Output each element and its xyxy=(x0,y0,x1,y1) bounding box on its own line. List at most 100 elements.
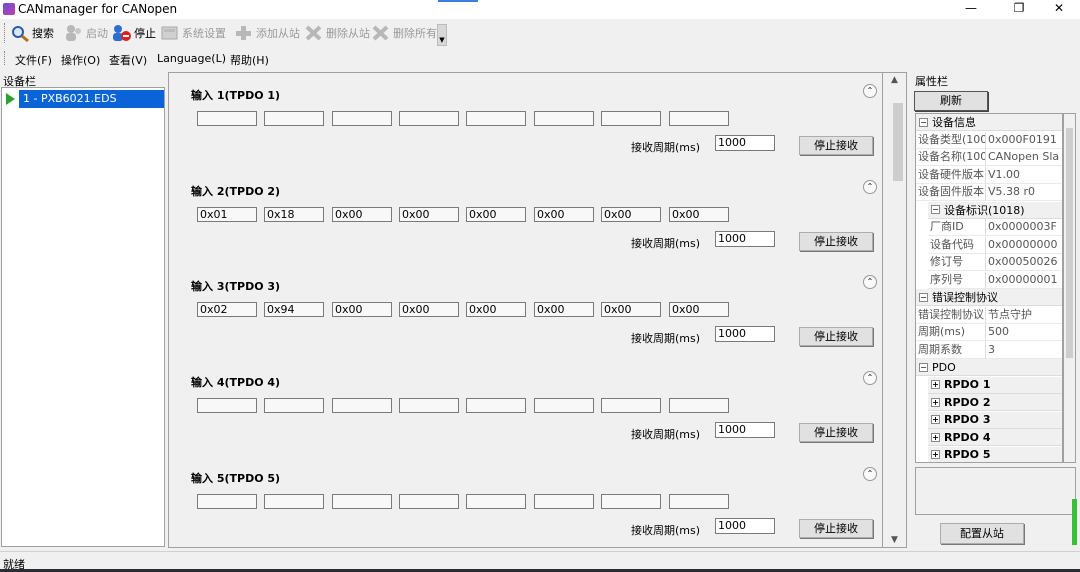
property-row[interactable]: 设备名称(1008CANopen Sla xyxy=(916,149,1062,166)
data-byte-field xyxy=(332,398,392,414)
property-key: 修订号 xyxy=(928,254,986,271)
data-byte-field xyxy=(197,493,257,509)
close-button[interactable]: ✕ xyxy=(1036,0,1080,19)
collapse-icon[interactable]: ⌃ xyxy=(863,371,877,386)
pdo-item[interactable]: + RPDO 1 xyxy=(928,376,1062,394)
menu-language[interactable]: Language(L) xyxy=(157,52,226,65)
window-title: CANmanager for CANopen xyxy=(18,2,178,16)
period-input[interactable]: 1000 xyxy=(715,422,775,439)
people-start-icon xyxy=(64,24,84,42)
data-byte-field: 0x00 xyxy=(466,206,526,222)
data-byte-field xyxy=(197,111,257,126)
period-input[interactable]: 1000 xyxy=(715,326,775,343)
collapse-icon[interactable]: ⌃ xyxy=(863,275,877,290)
pdo-item[interactable]: + RPDO 2 xyxy=(928,394,1062,411)
property-row[interactable]: 设备固件版本(V5.38 r0 xyxy=(916,184,1062,201)
property-row[interactable]: 厂商ID 0x0000003F xyxy=(928,219,1062,236)
delete-slave-button[interactable]: 删除从站 xyxy=(304,22,370,44)
toolbar-overflow-icon[interactable]: ▼ xyxy=(437,24,447,46)
property-value: V5.38 r0 xyxy=(986,184,1062,201)
add-slave-label: 添加从站 xyxy=(256,27,300,40)
property-category[interactable]: − 设备信息 xyxy=(916,114,1062,131)
property-row[interactable]: 周期(ms) 500 xyxy=(916,324,1062,341)
stop-receive-button[interactable]: 停止接收 xyxy=(799,231,873,251)
property-category[interactable]: − PDO xyxy=(916,359,1062,376)
expand-box-icon[interactable]: + xyxy=(931,450,940,459)
property-row[interactable]: 周期系数 3 xyxy=(916,341,1062,359)
data-byte-field xyxy=(669,398,729,414)
section-title: 输入 2(TPDO 2) xyxy=(191,184,281,198)
data-byte-field xyxy=(466,111,526,126)
expand-box-icon[interactable]: + xyxy=(931,415,940,424)
property-scrollbar[interactable] xyxy=(1063,113,1076,463)
collapse-icon[interactable]: ⌃ xyxy=(863,466,877,481)
pdo-item-label: RPDO 3 xyxy=(944,413,991,426)
delete-slave-label: 删除从站 xyxy=(326,27,370,40)
collapse-box-icon[interactable]: − xyxy=(919,117,928,127)
toolbar: 搜索 启动 停止 系统设置 添加从站 删除从站 删除所有 ▼ xyxy=(0,19,1080,47)
property-row[interactable]: 错误控制协议 节点守护 xyxy=(916,306,1062,324)
search-icon xyxy=(10,24,30,43)
main-scrollbar[interactable]: ▲ ▼ xyxy=(882,72,907,548)
data-byte-field xyxy=(399,493,459,509)
property-row[interactable]: 设备代码 0x00000000 xyxy=(928,236,1062,254)
pdo-section: 输入 5(TPDO 5) ⌃ 接收周期(ms) 1000 停止接收 xyxy=(169,456,883,552)
pdo-section: 输入 3(TPDO 3) ⌃ 0x02 0x94 0x00 0x00 0x00 0x00 0x… xyxy=(169,264,883,360)
system-settings-button[interactable]: 系统设置 xyxy=(160,22,226,44)
pdo-item[interactable]: + RPDO 3 xyxy=(928,411,1062,429)
collapse-icon[interactable]: ⌃ xyxy=(863,84,877,98)
data-byte-field: 0x94 xyxy=(264,302,324,318)
minimize-button[interactable]: — xyxy=(948,0,994,19)
delete-all-button[interactable]: 删除所有 xyxy=(371,22,437,44)
search-button[interactable]: 搜索 xyxy=(10,22,54,44)
refresh-button[interactable]: 刷新 xyxy=(914,91,988,111)
collapse-box-icon[interactable]: − xyxy=(919,362,928,372)
menu-file[interactable]: 文件(F) xyxy=(15,52,52,68)
stop-receive-button[interactable]: 停止接收 xyxy=(799,136,873,155)
property-row[interactable]: 设备硬件版本(V1.00 xyxy=(916,166,1062,184)
property-row[interactable]: 修订号 0x00050026 xyxy=(928,254,1062,271)
period-input[interactable]: 1000 xyxy=(715,230,775,247)
stop-button[interactable]: 停止 xyxy=(112,22,156,44)
property-scroll-thumb[interactable] xyxy=(1066,128,1073,358)
data-byte-field: 0x00 xyxy=(399,206,459,222)
property-row[interactable]: 序列号 0x00000001 xyxy=(928,271,1062,289)
toolbar-grip xyxy=(4,23,7,43)
start-button[interactable]: 启动 xyxy=(64,22,108,44)
property-value: 500 xyxy=(986,324,1062,341)
scroll-up-icon[interactable]: ▲ xyxy=(883,75,906,85)
data-byte-field xyxy=(332,111,392,126)
stop-receive-button[interactable]: 停止接收 xyxy=(799,423,873,443)
menu-view[interactable]: 查看(V) xyxy=(109,52,147,68)
data-byte-field xyxy=(399,398,459,414)
pdo-item-label: RPDO 5 xyxy=(944,448,991,461)
property-category[interactable]: − 设备标识(1018) xyxy=(928,201,1062,219)
device-item[interactable]: 1 - PXB6021.EDS xyxy=(4,90,164,108)
progress-indicator xyxy=(1072,499,1077,545)
pdo-item[interactable]: + RPDO 5 xyxy=(928,446,1062,462)
expand-box-icon[interactable]: + xyxy=(931,397,940,407)
stop-receive-button[interactable]: 停止接收 xyxy=(799,327,873,347)
expand-box-icon[interactable]: + xyxy=(931,432,940,442)
pdo-item[interactable]: + RPDO 4 xyxy=(928,429,1062,446)
expand-box-icon[interactable]: + xyxy=(931,380,940,389)
app-icon xyxy=(3,3,15,15)
menu-help[interactable]: 帮助(H) xyxy=(230,52,269,68)
period-input[interactable]: 1000 xyxy=(715,517,775,534)
scroll-thumb[interactable] xyxy=(893,103,903,181)
title-bar: CANmanager for CANopen — ❐ ✕ xyxy=(0,0,1080,19)
collapse-icon[interactable]: ⌃ xyxy=(863,179,877,194)
period-label: 接收周期(ms) xyxy=(631,236,701,250)
collapse-box-icon[interactable]: − xyxy=(931,205,940,214)
configure-slave-button[interactable]: 配置从站 xyxy=(940,523,1024,544)
data-byte-field xyxy=(601,493,661,509)
scroll-down-icon[interactable]: ▼ xyxy=(883,535,906,545)
property-row[interactable]: 设备类型(10000x000F0191 xyxy=(916,131,1062,149)
add-slave-button[interactable]: 添加从站 xyxy=(234,22,300,44)
stop-receive-button[interactable]: 停止接收 xyxy=(799,518,873,538)
menu-operation[interactable]: 操作(O) xyxy=(61,52,100,68)
period-input[interactable]: 1000 xyxy=(715,135,775,151)
data-byte-field xyxy=(534,111,594,126)
property-category[interactable]: − 错误控制协议 xyxy=(916,289,1062,306)
collapse-box-icon[interactable]: − xyxy=(919,292,928,302)
